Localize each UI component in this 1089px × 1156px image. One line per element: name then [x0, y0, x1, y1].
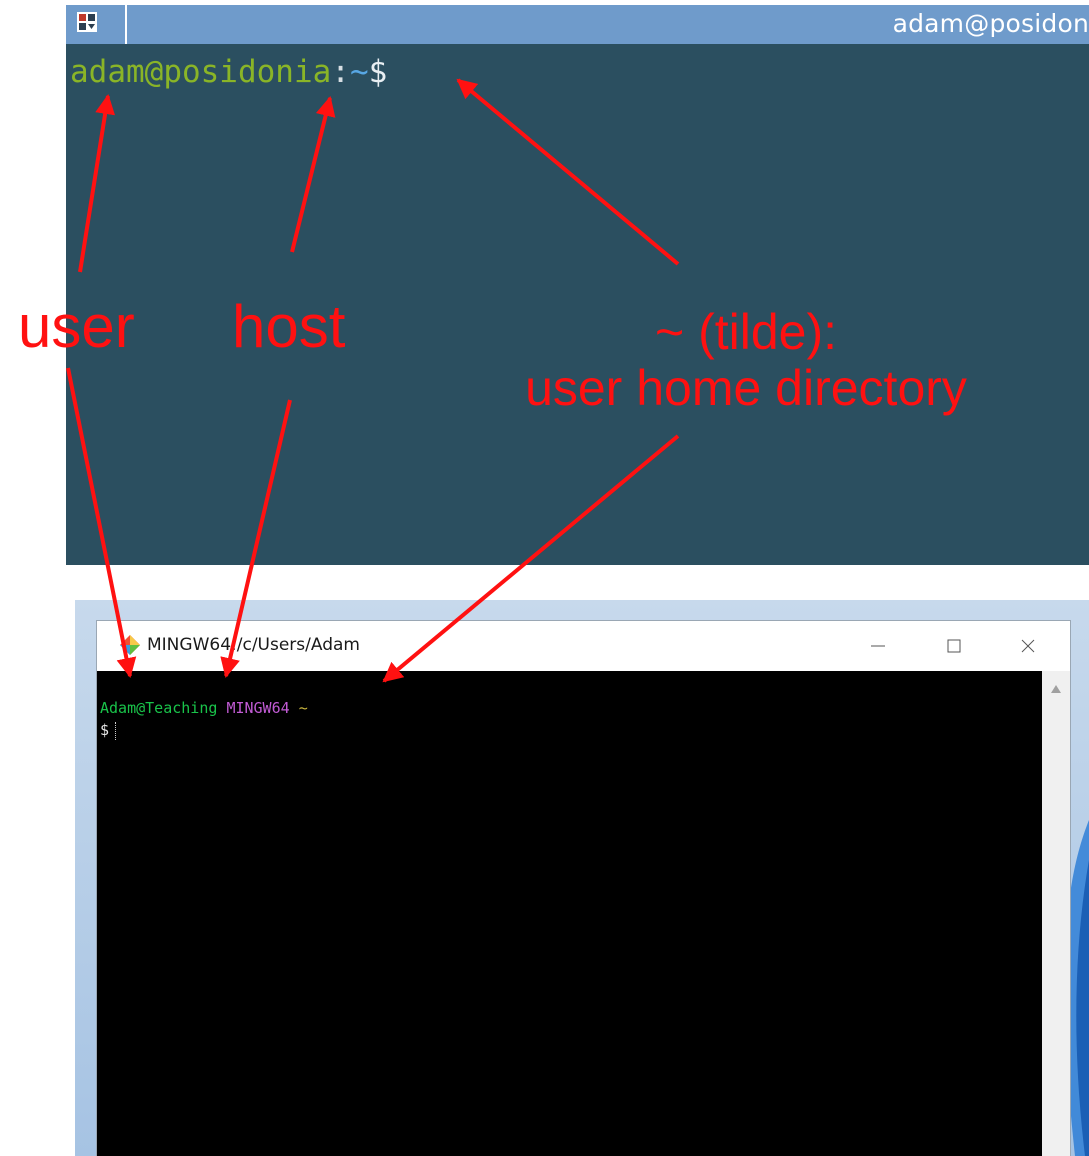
mingw-input-line[interactable]: $	[100, 720, 117, 740]
prompt-colon: :	[331, 54, 350, 90]
terminal-titlebar: adam@posidon	[66, 5, 1089, 44]
minimize-icon	[871, 645, 885, 647]
mingw-path: ~	[298, 699, 308, 717]
prompt-user-host: adam@posidonia	[70, 54, 332, 90]
annotation-host-label: host	[232, 293, 346, 360]
mingw-window-title: MINGW64:/c/Users/Adam	[147, 635, 360, 655]
annotation-tilde-line1: ~ (tilde):	[654, 304, 837, 360]
prompt-home-dir: ~	[349, 54, 369, 90]
linux-terminal-window: adam@posidon adam@posidonia:~$	[66, 5, 1089, 565]
text-cursor	[115, 721, 117, 740]
annotation-user-label: user	[18, 293, 135, 360]
scroll-up-arrow-icon[interactable]	[1051, 685, 1061, 693]
close-button[interactable]	[993, 621, 1063, 671]
prompt-dollar: $	[368, 54, 388, 90]
mingw-terminal-window: MINGW64:/c/Users/Adam Adam@Teaching MING…	[96, 620, 1071, 1156]
mingw-prompt-line: Adam@Teaching MINGW64 ~	[100, 698, 308, 718]
titlebar-separator	[125, 5, 127, 44]
annotation-tilde-line2: user home directory	[525, 360, 967, 416]
mingw-terminal-area[interactable]: Adam@Teaching MINGW64 ~ $	[97, 671, 1042, 1156]
git-bash-icon	[120, 635, 140, 655]
mingw-titlebar[interactable]: MINGW64:/c/Users/Adam	[97, 621, 1070, 671]
mingw-user-host: Adam@Teaching	[100, 699, 218, 717]
minimize-button[interactable]	[843, 621, 913, 671]
vertical-scrollbar[interactable]	[1042, 671, 1070, 1156]
window-title: adam@posidon	[892, 9, 1089, 38]
mingw-system: MINGW64	[226, 699, 290, 717]
shell-prompt[interactable]: adam@posidonia:~$	[70, 52, 387, 92]
maximize-icon	[947, 639, 961, 653]
annotation-tilde-label: ~ (tilde): user home directory	[476, 304, 1016, 416]
close-icon	[1021, 639, 1035, 653]
app-menu-icon[interactable]	[76, 11, 98, 33]
maximize-button[interactable]	[919, 621, 989, 671]
mingw-dollar: $	[100, 721, 110, 739]
